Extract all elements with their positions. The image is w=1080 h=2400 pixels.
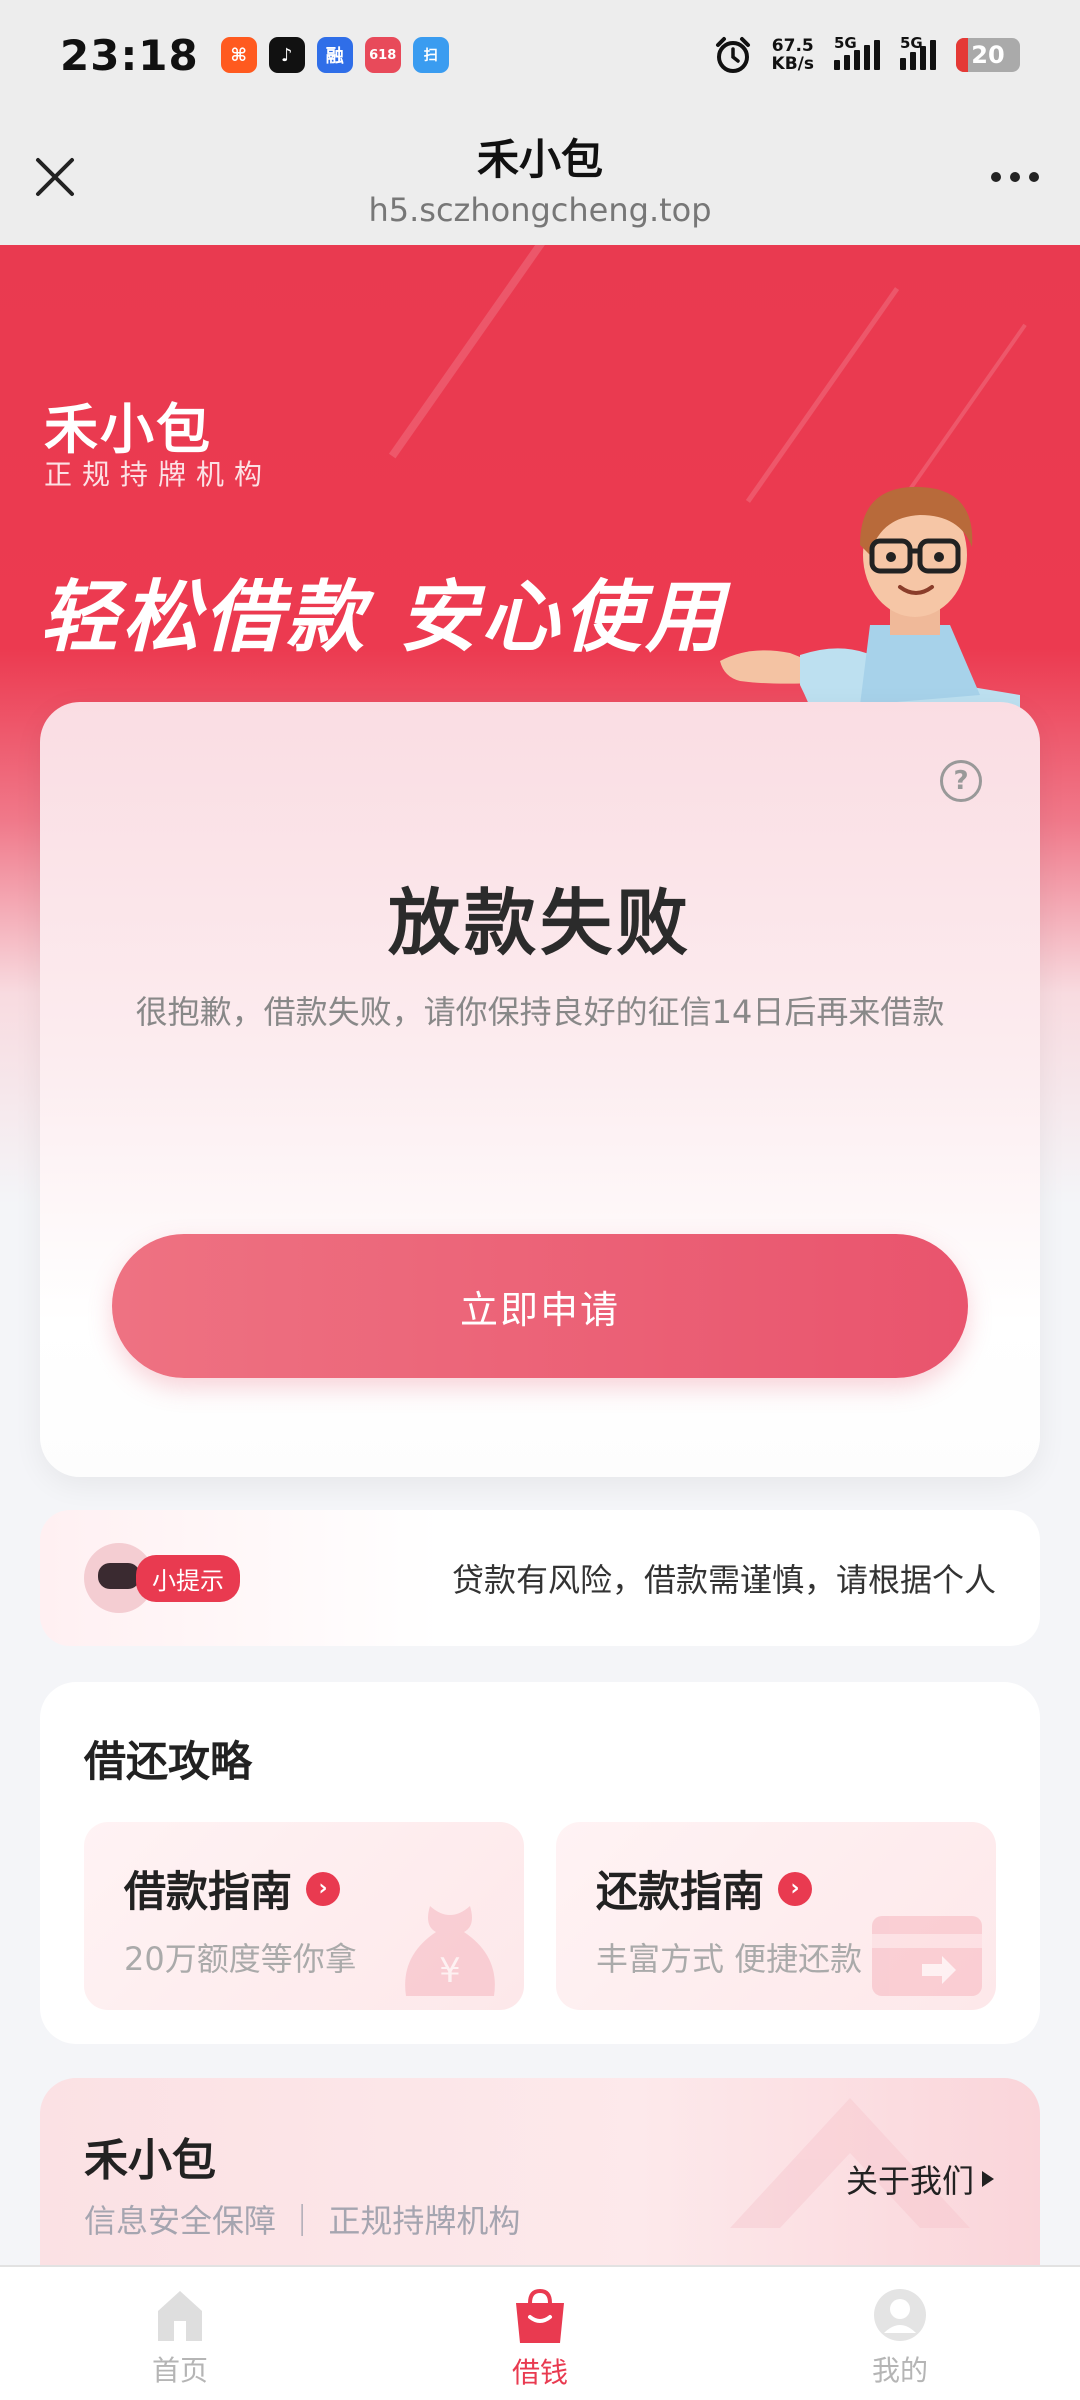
- guides-section: 借还攻略 借款指南 › 20万额度等你拿 ¥ 还款指南 › 丰富方式 便捷还款: [40, 1682, 1040, 2044]
- about-subtitle: 信息安全保障 ｜ 正规持牌机构: [84, 2202, 521, 2240]
- shopping-bag-icon: [516, 2288, 564, 2343]
- borrow-guide-subtitle: 20万额度等你拿: [124, 1940, 357, 1978]
- alarm-icon: [715, 37, 750, 73]
- about-section: 禾小包 信息安全保障 ｜ 正规持牌机构 关于我们: [40, 2078, 1040, 2278]
- tip-badge: 小提示: [136, 1554, 240, 1602]
- repay-guide-title: 还款指南: [596, 1867, 765, 1916]
- page-title: 禾小包: [476, 135, 603, 184]
- nav-item-mine[interactable]: 我的: [720, 2267, 1080, 2400]
- network-speed-value: 67.5: [771, 36, 814, 56]
- play-arrow-icon: [982, 2171, 994, 2187]
- battery-level: 20: [971, 41, 1005, 69]
- app-notification-icon: ⌘: [220, 37, 257, 73]
- status-bar: 23:18 ⌘ ♪ 融 618 扫 67.5 KB/s 5G 5G 20: [0, 0, 1080, 110]
- guides-title: 借还攻略: [84, 1737, 253, 1786]
- notification-icons: ⌘ ♪ 融 618 扫: [220, 37, 449, 73]
- signal-1-label: 5G: [834, 34, 857, 52]
- user-icon: [874, 2289, 926, 2341]
- hero-slogan: 轻松借款 安心使用: [40, 573, 728, 663]
- signal-2-icon: 5G: [900, 34, 936, 70]
- nav-item-home[interactable]: 首页: [0, 2267, 360, 2400]
- promo-notification-icon: 618: [364, 37, 401, 73]
- status-time: 23:18: [60, 30, 199, 80]
- nav-label-home: 首页: [151, 2354, 208, 2387]
- more-icon: [991, 172, 1039, 182]
- result-message: 很抱歉，借款失败，请你保持良好的征信14日后再来借款: [135, 993, 945, 1031]
- network-speed: 67.5 KB/s: [772, 37, 814, 73]
- chevron-right-icon: ›: [306, 1871, 341, 1906]
- signal-2-label: 5G: [900, 34, 923, 52]
- nav-item-borrow[interactable]: 借钱: [360, 2267, 720, 2400]
- rong-notification-icon: 融: [316, 37, 353, 73]
- repay-guide-subtitle: 丰富方式 便捷还款: [596, 1940, 863, 1978]
- apply-now-button[interactable]: 立即申请: [112, 1234, 968, 1378]
- about-us-link[interactable]: 关于我们: [846, 2156, 996, 2202]
- battery-icon: 20: [956, 38, 1020, 72]
- about-us-label: 关于我们: [845, 2162, 974, 2200]
- repay-guide-card[interactable]: 还款指南 › 丰富方式 便捷还款: [556, 1822, 996, 2010]
- brand-subtitle: 正规持牌机构: [44, 458, 273, 491]
- chevron-right-icon: ›: [778, 1871, 813, 1906]
- card-icon: [872, 1916, 982, 1996]
- about-title: 禾小包: [84, 2135, 216, 2186]
- borrow-guide-title: 借款指南: [124, 1867, 293, 1916]
- tip-text: 贷款有风险，借款需谨慎，请根据个人: [451, 1561, 996, 1599]
- svg-text:¥: ¥: [439, 1951, 461, 1991]
- result-title: 放款失败: [387, 881, 692, 965]
- douyin-notification-icon: ♪: [268, 37, 305, 73]
- risk-tip-bar: 小提示 贷款有风险，借款需谨慎，请根据个人: [40, 1510, 1040, 1646]
- loan-result-card: ? 放款失败 很抱歉，借款失败，请你保持良好的征信14日后再来借款 立即申请: [40, 702, 1040, 1477]
- bottom-navigation: 首页 借钱 我的: [0, 2265, 1080, 2400]
- borrow-guide-card[interactable]: 借款指南 › 20万额度等你拿 ¥: [84, 1822, 524, 2010]
- nav-label-borrow: 借钱: [511, 2356, 568, 2389]
- signal-1-icon: 5G: [834, 34, 880, 70]
- close-icon: [36, 158, 74, 196]
- nav-label-mine: 我的: [871, 2354, 928, 2387]
- webview-header: 禾小包 h5.sczhongcheng.top: [0, 110, 1080, 245]
- close-button[interactable]: [30, 152, 80, 202]
- home-icon: [158, 2291, 202, 2341]
- help-icon[interactable]: ?: [940, 760, 982, 802]
- network-speed-unit: KB/s: [771, 54, 814, 74]
- more-button[interactable]: [980, 152, 1050, 202]
- page-url: h5.sczhongcheng.top: [368, 191, 712, 229]
- money-bag-icon: ¥: [405, 1906, 495, 1996]
- scan-notification-icon: 扫: [412, 37, 449, 73]
